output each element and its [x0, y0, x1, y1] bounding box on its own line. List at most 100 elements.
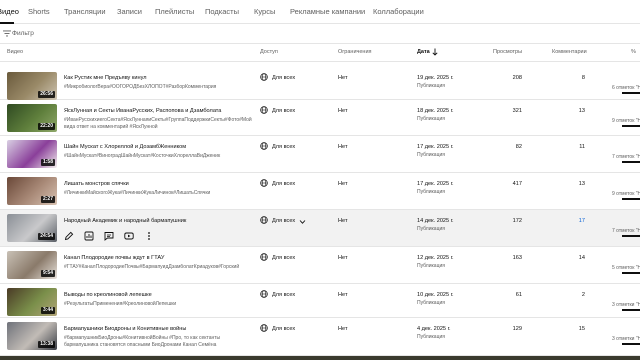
tab-live[interactable]: Трансляции [64, 7, 106, 16]
video-thumbnail[interactable]: 26:56 [7, 72, 57, 100]
table-row[interactable]: 13:38 Бармапушники Биодроны и Конитивные… [0, 318, 640, 356]
column-likes[interactable]: % [631, 49, 636, 55]
likes-summary: 3 отметки "Н [612, 302, 640, 308]
filter-icon[interactable] [3, 30, 11, 37]
video-duration: 24:54 [38, 233, 55, 240]
video-title[interactable]: ЯскЛунная и Секты ИванаРусских, Распопов… [64, 108, 221, 114]
likes-summary: 7 отметок "Н [612, 228, 640, 234]
column-views[interactable]: Просмотры [493, 49, 522, 55]
table-row[interactable]: 2:27 Лишать монстров спячки #ЛичинкиМайс… [0, 173, 640, 210]
video-thumbnail[interactable]: 2:27 [7, 177, 57, 205]
analytics-icon[interactable] [84, 231, 94, 241]
table-row[interactable]: 9:54 Канал Плодородие почвы ждут в ГТАУ … [0, 247, 640, 284]
comments-count[interactable]: 13 [579, 181, 585, 187]
restrictions-value: Нет [338, 108, 348, 114]
chevron-down-icon[interactable] [299, 219, 306, 225]
table-row[interactable]: 24:54 Народный Академик и народный барма… [0, 210, 640, 247]
likes-summary: 5 отметок "Н [612, 265, 640, 271]
publish-status: Публикация [417, 116, 445, 122]
restrictions-value: Нет [338, 181, 348, 187]
table-row[interactable]: 22:20 ЯскЛунная и Секты ИванаРусских, Ра… [0, 100, 640, 136]
tab-courses[interactable]: Курсы [254, 7, 275, 16]
views-count: 61 [515, 292, 522, 298]
comments-count[interactable]: 11 [579, 144, 585, 150]
comments-count[interactable]: 17 [579, 218, 585, 224]
publish-status: Публикация [417, 334, 445, 340]
tab-ad-campaigns[interactable]: Рекламные кампании [290, 7, 365, 16]
edit-icon[interactable] [64, 231, 74, 241]
youtube-icon[interactable] [124, 231, 134, 241]
video-title[interactable]: Как Рустик мне Предъяву кинул [64, 75, 147, 81]
globe-icon [260, 179, 268, 187]
video-title[interactable]: Шайн Мускат с Хлореллой и ДозамбЖенником [64, 144, 186, 150]
video-title[interactable]: Канал Плодородие почвы ждут в ГТАУ [64, 255, 164, 261]
likes-ratio-bar [622, 161, 640, 163]
column-video: Видео [7, 49, 24, 55]
visibility-label[interactable]: Для всех [272, 218, 295, 224]
comments-count[interactable]: 15 [579, 326, 585, 332]
video-thumbnail[interactable]: 24:54 [7, 214, 57, 242]
video-thumbnail[interactable]: 13:38 [7, 322, 57, 350]
views-count: 321 [512, 108, 522, 114]
comments-count[interactable]: 2 [582, 292, 585, 298]
visibility-label: Для всех [272, 255, 296, 261]
likes-summary: 7 отметок "Н [612, 154, 640, 160]
publish-status: Публикация [417, 83, 445, 89]
column-restrictions[interactable]: Ограничения [338, 49, 372, 55]
publish-status: Публикация [417, 300, 445, 306]
more-icon[interactable] [144, 231, 154, 241]
publish-date: 18 дек. 2025 г. [417, 108, 454, 114]
globe-icon [260, 253, 268, 261]
video-description: #бармапушникБиоДроны#КонитивнойВойны #Пр… [64, 335, 221, 348]
video-thumbnail[interactable]: 22:20 [7, 104, 57, 132]
video-thumbnail[interactable]: 1:58 [7, 140, 57, 168]
likes-ratio-bar [622, 235, 640, 237]
filter-bar[interactable]: Фильтр [0, 24, 640, 44]
table-row[interactable]: 1:58 Шайн Мускат с Хлореллой и ДозамбЖен… [0, 136, 640, 173]
comments-icon[interactable] [104, 231, 114, 241]
video-title[interactable]: Лишать монстров спячки [64, 181, 129, 187]
likes-ratio-bar [622, 92, 640, 94]
tab-recordings[interactable]: Записи [117, 7, 142, 16]
publish-date: 19 дек. 2025 г. [417, 75, 454, 81]
sort-down-arrow-icon[interactable] [432, 48, 438, 56]
table-row[interactable]: 26:56 Как Рустик мне Предъяву кинул #Мик… [0, 62, 640, 100]
publish-date: 10 дек. 2025 г. [417, 292, 454, 298]
column-comments[interactable]: Комментарии [552, 49, 587, 55]
comments-count[interactable]: 8 [582, 75, 585, 81]
restrictions-value: Нет [338, 144, 348, 150]
visibility-label: Для всех [272, 144, 296, 150]
views-count: 163 [512, 255, 522, 261]
publish-date: 4 дек. 2025 г. [417, 326, 451, 332]
video-title[interactable]: Выводы по креолиновой лепешке [64, 292, 152, 298]
visibility-label: Для всех [272, 75, 296, 81]
likes-ratio-bar [622, 343, 640, 345]
column-date[interactable]: Дата [417, 49, 430, 55]
globe-icon [260, 290, 268, 298]
video-duration: 3:44 [40, 307, 55, 314]
comments-count[interactable]: 14 [579, 255, 585, 261]
video-duration: 1:58 [40, 159, 55, 166]
table-row[interactable]: 3:44 Выводы по креолиновой лепешке #Резу… [0, 284, 640, 318]
video-title[interactable]: Народный Академик и народный бармапушник [64, 218, 186, 224]
globe-icon [260, 142, 268, 150]
globe-icon [260, 324, 268, 332]
likes-ratio-bar [622, 125, 640, 127]
column-access[interactable]: Доступ [260, 49, 278, 55]
video-thumbnail[interactable]: 3:44 [7, 288, 57, 316]
tab-playlists[interactable]: Плейлисты [155, 7, 194, 16]
video-description: #ЛичинкиМайскогоЖука#ЛичинкиЖукаЛичинок#… [64, 190, 211, 196]
video-thumbnail[interactable]: 9:54 [7, 251, 57, 279]
globe-icon [260, 106, 268, 114]
comments-count[interactable]: 13 [579, 108, 585, 114]
video-duration: 2:27 [40, 196, 55, 203]
tab-videos[interactable]: Видео [0, 7, 19, 16]
table-header: Видео Доступ Ограничения Дата Просмотры … [0, 44, 640, 62]
tab-collaborations[interactable]: Коллаборации [373, 7, 424, 16]
likes-summary: 9 отметок "Н [612, 118, 640, 124]
tab-podcasts[interactable]: Подкасты [205, 7, 239, 16]
video-title[interactable]: Бармапушники Биодроны и Конитивные войны [64, 326, 186, 332]
filter-input[interactable]: Фильтр [12, 30, 34, 37]
tab-shorts[interactable]: Shorts [28, 7, 50, 16]
publish-status: Публикация [417, 226, 445, 232]
